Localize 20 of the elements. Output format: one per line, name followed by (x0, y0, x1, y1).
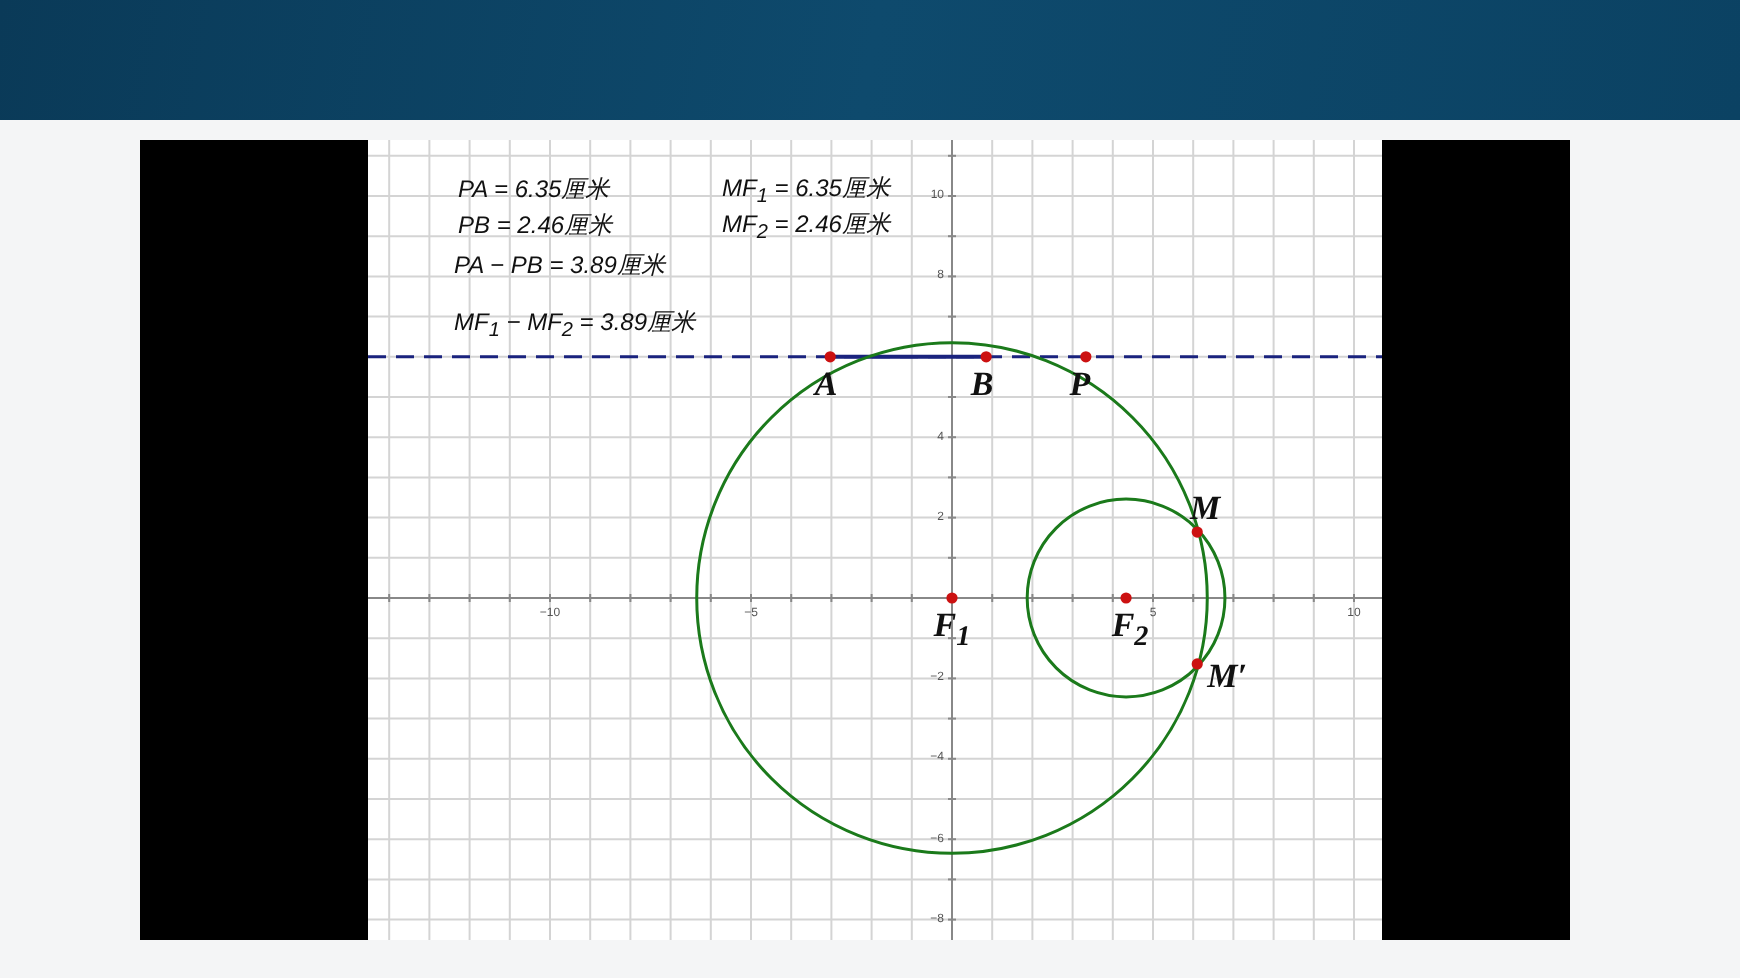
point-label: M (1190, 491, 1221, 526)
point-dot (946, 592, 958, 604)
point-dot (1191, 526, 1203, 538)
point-label: B (970, 367, 994, 402)
point-label: M′ (1207, 658, 1248, 693)
point-label: P (1069, 367, 1091, 402)
measurement-text: PA − PB = 3.89厘米 (454, 249, 665, 283)
point-dot (1191, 658, 1203, 670)
measurement-text: MF$_{2}$ = 2.46厘米 (722, 207, 890, 245)
measurement-text: MF$_{1}$ = 6.35厘米 (722, 171, 890, 209)
point-dot (980, 351, 992, 363)
measurement-text: PB = 2.46厘米 (458, 209, 613, 243)
measurement-text: PA = 6.35厘米 (458, 173, 610, 207)
point-label: F$_{1}$ (933, 608, 971, 652)
measurement-text: MF$_{1}$ − MF$_{2}$ = 3.89厘米 (454, 305, 695, 343)
point-dot (1080, 351, 1092, 363)
point-dot (824, 351, 836, 363)
point-dot (1120, 592, 1132, 604)
point-label: F$_{2}$ (1111, 608, 1149, 652)
point-label: A (814, 367, 838, 402)
